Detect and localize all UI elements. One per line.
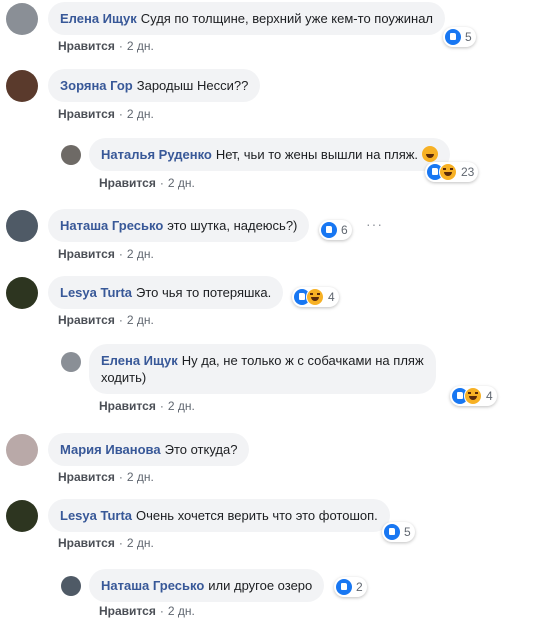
timestamp[interactable]: 2 дн.	[168, 176, 195, 190]
comment-bubble: Зоряна Гор Зародыш Несси??	[48, 69, 261, 102]
timestamp[interactable]: 2 дн.	[127, 536, 154, 550]
separator: ·	[118, 247, 123, 261]
haha-reaction-icon	[306, 288, 324, 306]
like-link[interactable]: Нравится	[58, 107, 115, 121]
comment-bubble: Наташа Гресько это шутка, надеюсь?)	[48, 209, 310, 242]
separator: ·	[118, 39, 123, 53]
like-reaction-icon	[445, 29, 461, 45]
comment-text: Нет, чьи то жены вышли на пляж.	[215, 147, 419, 162]
reaction-summary[interactable]: 6	[319, 220, 352, 240]
comment-text: Зародыш Несси??	[136, 78, 249, 93]
avatar[interactable]	[6, 277, 38, 309]
comment-text: Ну да, не только ж с собачками на пляж	[181, 353, 424, 368]
separator: ·	[159, 399, 164, 413]
comment-bubble: Елена Ищук Судя по толщине, верхний уже к…	[48, 2, 446, 35]
comment-author[interactable]: Елена Ищук	[60, 11, 137, 26]
comment-actions: Нравится · 2 дн.	[99, 176, 195, 190]
avatar[interactable]	[6, 434, 38, 466]
reaction-count: 23	[461, 165, 475, 179]
comment-actions: Нравится · 2 дн.	[58, 39, 154, 53]
comment-actions: Нравится · 2 дн.	[58, 247, 154, 261]
avatar[interactable]	[61, 576, 81, 596]
reaction-summary[interactable]: 5	[382, 522, 415, 542]
comment-actions: Нравится · 2 дн.	[58, 470, 154, 484]
comment-text: ходить)	[101, 370, 147, 385]
comment-actions: Нравится · 2 дн.	[58, 313, 154, 327]
comment-text: Это чья то потеряшка.	[136, 285, 272, 300]
separator: ·	[159, 604, 164, 618]
reaction-count: 6	[341, 223, 348, 237]
like-reaction-icon	[321, 222, 337, 238]
reaction-summary[interactable]: 23	[425, 162, 479, 182]
like-link[interactable]: Нравится	[58, 247, 115, 261]
haha-reaction-icon	[464, 387, 482, 405]
comment-bubble: Lesya Turta Это чья то потеряшка.	[48, 276, 284, 309]
comment-text: это шутка, надеюсь?)	[167, 218, 298, 233]
comment-bubble: Мария Иванова Это откуда?	[48, 433, 250, 466]
like-link[interactable]: Нравится	[99, 604, 156, 618]
separator: ·	[118, 107, 123, 121]
comment-author[interactable]: Lesya Turta	[60, 508, 132, 523]
comment-bubble: Lesya Turta Очень хочется верить что это …	[48, 499, 390, 532]
comment-author[interactable]: Наташа Гресько	[101, 578, 204, 593]
separator: ·	[118, 470, 123, 484]
comment-text: или другое озеро	[208, 578, 313, 593]
laughing-emoji-icon	[421, 146, 438, 162]
comment-author[interactable]: Lesya Turta	[60, 285, 132, 300]
comment-bubble: Наталья Руденко Нет, чьи то жены вышли на…	[89, 138, 450, 171]
separator: ·	[159, 176, 164, 190]
timestamp[interactable]: 2 дн.	[127, 247, 154, 261]
comment-author[interactable]: Наташа Гресько	[60, 218, 163, 233]
comment-text: Это откуда?	[164, 442, 238, 457]
comment-bubble: Наташа Гресько или другое озеро	[89, 569, 325, 602]
reaction-summary[interactable]: 4	[450, 386, 497, 406]
avatar[interactable]	[6, 3, 38, 35]
comment-text: Судя по толщине, верхний уже кем-то поуж…	[140, 11, 434, 26]
reaction-summary[interactable]: 5	[443, 27, 476, 47]
comment-actions: Нравится · 2 дн.	[58, 107, 154, 121]
reaction-summary[interactable]: 4	[292, 287, 339, 307]
comment-author[interactable]: Елена Ищук	[101, 353, 178, 368]
reaction-count: 4	[486, 389, 493, 403]
separator: ·	[118, 313, 123, 327]
timestamp[interactable]: 2 дн.	[127, 470, 154, 484]
comment-bubble: Елена Ищук Ну да, не только ж с собачками…	[89, 344, 436, 394]
comment-author[interactable]: Зоряна Гор	[60, 78, 133, 93]
separator: ·	[118, 536, 123, 550]
like-reaction-icon	[384, 524, 400, 540]
like-link[interactable]: Нравится	[99, 399, 156, 413]
like-reaction-icon	[336, 579, 352, 595]
comment-author[interactable]: Мария Иванова	[60, 442, 161, 457]
timestamp[interactable]: 2 дн.	[127, 107, 154, 121]
avatar[interactable]	[61, 145, 81, 165]
reaction-count: 4	[328, 290, 335, 304]
comment-actions: Нравится · 2 дн.	[99, 604, 195, 618]
like-link[interactable]: Нравится	[58, 470, 115, 484]
reaction-summary[interactable]: 2	[334, 577, 367, 597]
comment-line: Елена Ищук Ну да, не только ж с собачками…	[101, 352, 424, 369]
like-link[interactable]: Нравится	[58, 39, 115, 53]
like-link[interactable]: Нравится	[58, 313, 115, 327]
comment-text: Очень хочется верить что это фотошоп.	[136, 508, 378, 523]
comment-actions: Нравится · 2 дн.	[58, 536, 154, 550]
avatar[interactable]	[61, 352, 81, 372]
comment-actions: Нравится · 2 дн.	[99, 399, 195, 413]
timestamp[interactable]: 2 дн.	[127, 39, 154, 53]
avatar[interactable]	[6, 70, 38, 102]
comment-author[interactable]: Наталья Руденко	[101, 147, 212, 162]
more-options-icon[interactable]: ···	[366, 216, 383, 232]
reaction-count: 5	[465, 30, 472, 44]
avatar[interactable]	[6, 500, 38, 532]
like-link[interactable]: Нравится	[99, 176, 156, 190]
avatar[interactable]	[6, 210, 38, 242]
reaction-count: 5	[404, 525, 411, 539]
timestamp[interactable]: 2 дн.	[168, 399, 195, 413]
reaction-count: 2	[356, 580, 363, 594]
like-link[interactable]: Нравится	[58, 536, 115, 550]
haha-reaction-icon	[439, 163, 457, 181]
timestamp[interactable]: 2 дн.	[168, 604, 195, 618]
timestamp[interactable]: 2 дн.	[127, 313, 154, 327]
